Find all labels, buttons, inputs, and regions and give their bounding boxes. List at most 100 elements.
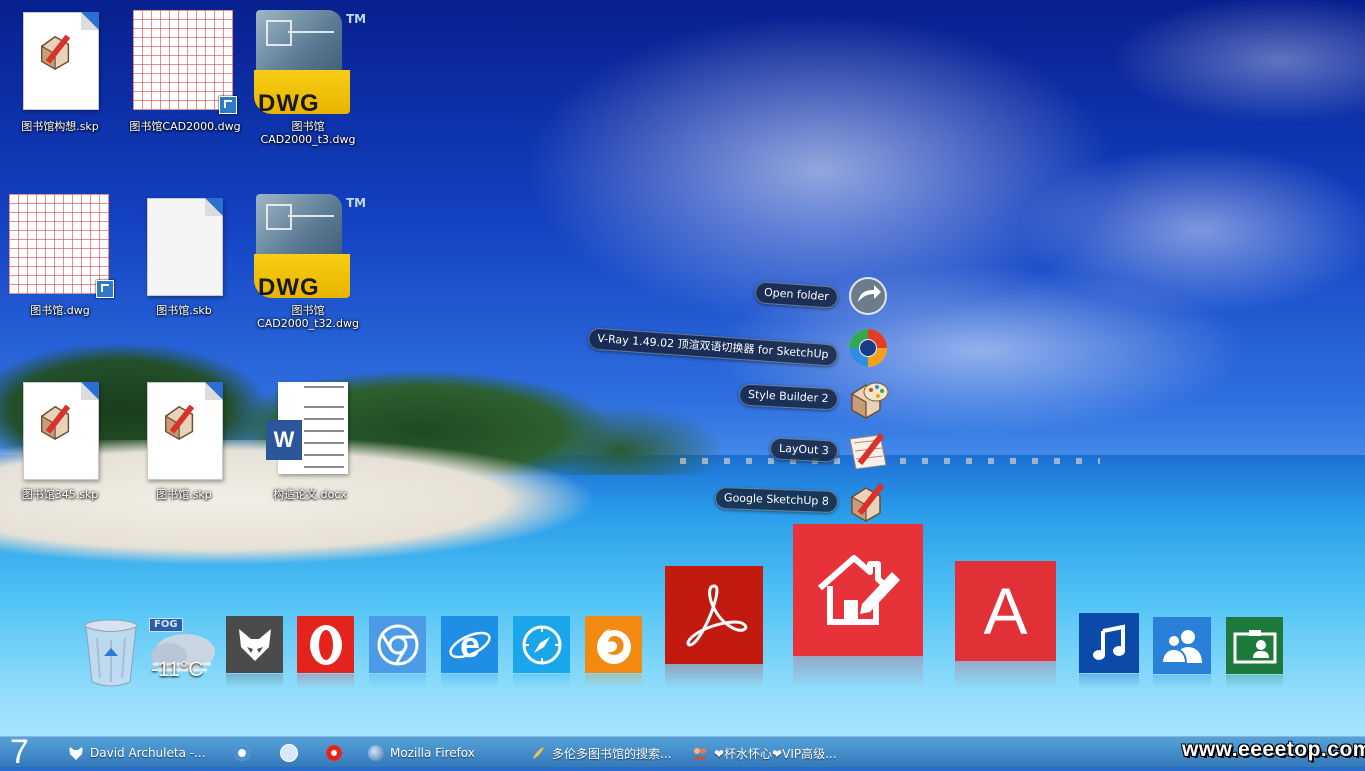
dock-firefox[interactable] [585, 616, 642, 673]
dock-recycle-bin[interactable] [82, 616, 140, 688]
style-builder-icon [851, 382, 889, 420]
skp-file-icon [23, 382, 99, 480]
icon-label: 构造论文.docx [273, 488, 347, 501]
safari-compass-icon [522, 625, 561, 664]
stack-item-label: LayOut 3 [769, 437, 839, 463]
icon-label: 图书馆 CAD2000_t3.dwg [260, 120, 356, 146]
dock-chrome[interactable] [369, 616, 426, 673]
stack-item-label: V-Ray 1.49.02 顶渲双语切换器 for SketchUp [587, 327, 839, 367]
trademark-mark: TM [346, 196, 367, 210]
desktop-icon-dwg-t32[interactable]: DWG TM 图书馆 CAD2000_t32.dwg [248, 192, 368, 332]
desktop-icon-skb[interactable]: 图书馆.skb [124, 192, 244, 322]
open-folder-arrow-icon [849, 277, 887, 315]
taskbar-item-app-3[interactable] [326, 743, 342, 763]
app-circle-icon [234, 745, 250, 761]
taskbar-item-david-archuleta[interactable]: David Archuleta -... [68, 743, 206, 763]
stack-item-layout[interactable]: LayOut 3 [740, 432, 890, 470]
chat-avatar-icon [693, 748, 707, 760]
start-button[interactable]: 7 [10, 734, 29, 770]
word-document-icon: W [266, 382, 350, 474]
dwg-thumbnail [9, 194, 109, 294]
dwg-badge: DWG [258, 90, 320, 117]
vray-icon [849, 329, 887, 367]
dock-reflection [226, 674, 283, 688]
desktop-icon-skp-345[interactable]: 图书馆345.skp [0, 376, 120, 506]
dock-reflection [1153, 675, 1211, 688]
trademark-mark: TM [346, 12, 367, 26]
autocad-letter-icon: A [983, 574, 1028, 648]
stack-item-sketchup[interactable]: Google SketchUp 8 [700, 482, 890, 523]
chrome-icon [280, 744, 298, 762]
dock-weather-widget[interactable]: FOG -11°C [147, 618, 217, 686]
dock-safari[interactable] [513, 616, 570, 673]
taskbar-item-search[interactable]: 多伦多图书馆的搜索... [530, 743, 671, 763]
dock-photo-card[interactable] [1226, 617, 1283, 674]
shortcut-arrow-icon [96, 280, 114, 298]
dock-sketchup-home[interactable] [793, 524, 923, 656]
skp-file-icon [23, 12, 99, 110]
sketchup-pencil-icon [41, 404, 71, 441]
dock-opera[interactable] [297, 616, 354, 673]
stack-item-label: Open folder [754, 281, 839, 309]
feather-icon [533, 747, 544, 759]
taskbar-item-app-1[interactable] [234, 743, 250, 763]
fox-mask-icon [238, 628, 271, 661]
chrome-icon [377, 624, 418, 665]
dock-reflection [513, 674, 570, 688]
dock-reflection [1079, 674, 1139, 688]
stack-item-label: Google SketchUp 8 [714, 486, 839, 514]
taskbar-item-vip[interactable]: ❤杯水怀心❤VIP高级... [692, 743, 837, 763]
desktop-icon-skp[interactable]: 图书馆.skp [124, 376, 244, 506]
desktop-icon-dwg[interactable]: 图书馆.dwg [0, 192, 120, 322]
desktop-icon-docx[interactable]: W 构造论文.docx [250, 376, 370, 506]
dwg-file-icon: DWG TM [254, 194, 366, 301]
stack-item-label: Style Builder 2 [738, 383, 839, 411]
desktop-icon-dwg-cad2000[interactable]: 图书馆CAD2000.dwg [123, 8, 243, 138]
stack-item-style-builder[interactable]: Style Builder 2 [720, 382, 890, 420]
word-letter: W [266, 420, 302, 460]
dock-reflection [665, 664, 763, 688]
dock-reflection [793, 656, 923, 688]
dock-internet-explorer[interactable]: e [441, 616, 498, 673]
dock-reflection [1226, 675, 1283, 688]
dwg-file-icon: DWG TM [254, 10, 366, 117]
desktop-icon-skp-concept[interactable]: 图书馆构想.skp [0, 8, 120, 138]
sketchup-pencil-icon [165, 404, 195, 441]
dwg-badge: DWG [258, 274, 320, 301]
svg-text:e: e [459, 624, 479, 665]
dock-adobe-reader[interactable] [665, 566, 763, 664]
dock-contacts[interactable] [1153, 617, 1211, 674]
dock-autocad[interactable]: A [955, 561, 1056, 661]
taskbar-item-label: 多伦多图书馆的搜索... [552, 746, 672, 761]
site-watermark: www.eeeetop.com [1182, 738, 1365, 761]
recycle-bin-icon [84, 619, 138, 687]
dock-reflection [955, 661, 1056, 688]
blank-file-icon [147, 198, 223, 296]
stack-item-vray[interactable]: V-Ray 1.49.02 顶渲双语切换器 for SketchUp [587, 327, 890, 367]
icon-label: 图书馆构想.skp [21, 120, 99, 133]
weather-temperature: -11°C [151, 658, 204, 681]
taskbar-item-app-2[interactable] [280, 743, 298, 763]
dock-reflection [441, 674, 498, 688]
adobe-reader-icon [686, 584, 748, 647]
internet-explorer-icon: e [448, 624, 491, 665]
icon-label: 图书馆.dwg [30, 304, 90, 317]
contact-card-icon [1233, 629, 1276, 663]
home-pencil-icon [818, 555, 900, 625]
taskbar-item-label: David Archuleta -... [90, 746, 206, 760]
people-icon [1160, 629, 1202, 664]
dock-music[interactable] [1079, 613, 1139, 673]
taskbar-item-label: ❤杯水怀心❤VIP高级... [714, 746, 837, 761]
dock-reflection [369, 674, 426, 688]
opera-icon [309, 624, 342, 665]
firefox-icon [596, 628, 631, 664]
dock-foobar[interactable] [226, 616, 283, 673]
weather-badge: FOG [149, 618, 183, 632]
taskbar-item-firefox[interactable]: Mozilla Firefox [368, 743, 475, 763]
desktop-icon-dwg-t3[interactable]: DWG TM 图书馆 CAD2000_t3.dwg [248, 8, 368, 148]
stack-item-open-folder[interactable]: Open folder [700, 277, 890, 315]
layout-icon [849, 432, 887, 470]
shortcut-arrow-icon [219, 96, 237, 114]
skp-file-icon [147, 382, 223, 480]
taskbar: 7 David Archuleta -... Mozilla Firefox 多… [0, 734, 1365, 770]
